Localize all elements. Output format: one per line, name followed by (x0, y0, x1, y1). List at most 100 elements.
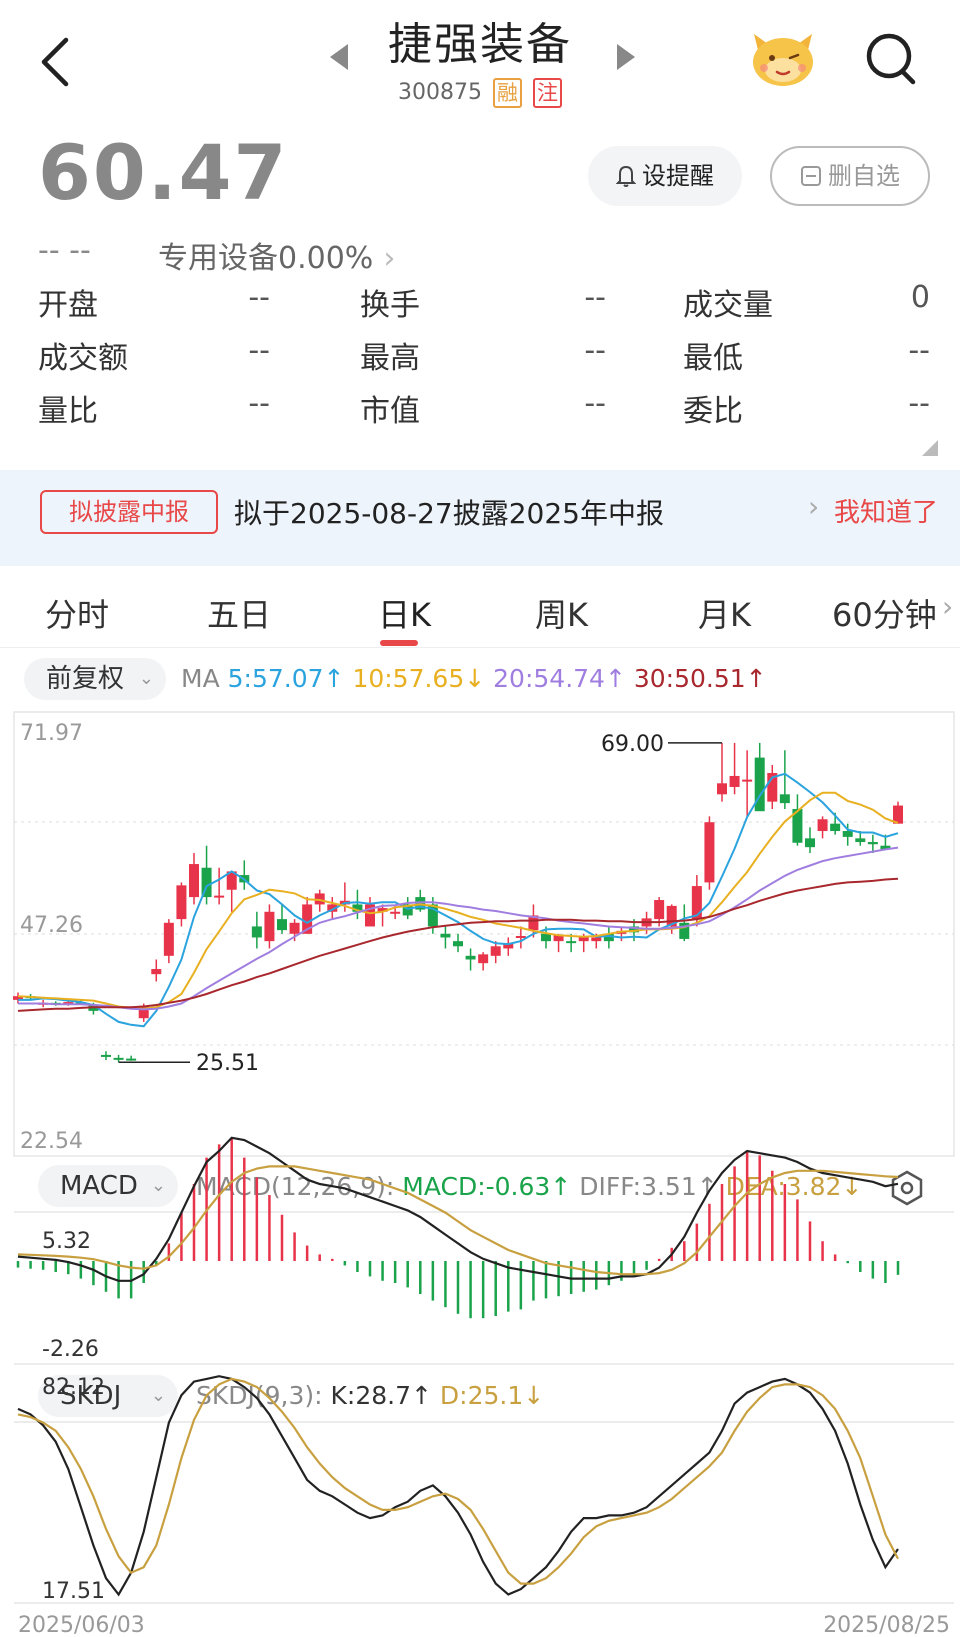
k-line (17, 1375, 899, 1597)
candle-body (264, 911, 275, 942)
macd-tick-low: -2.26 (42, 1337, 99, 1362)
kdj-tick-high: 82.12 (42, 1375, 105, 1400)
diff-line (17, 1136, 899, 1282)
sector-link[interactable]: 专用设备0.00% › (158, 233, 395, 277)
stat-value-market-cap: -- (584, 386, 606, 421)
set-alert-button[interactable]: 设提醒 (588, 146, 742, 206)
ma-lines-layer (17, 772, 899, 1028)
candle-body (113, 1057, 124, 1060)
stat-value-amount: -- (248, 333, 270, 368)
stock-code: 300875 (398, 80, 482, 105)
stat-label-low: 最低 (683, 341, 743, 376)
tab-monthly-k[interactable]: 月K (698, 590, 751, 636)
candle-body (817, 819, 828, 832)
macd-tick-high: 5.32 (42, 1229, 91, 1254)
candle-body (704, 822, 715, 883)
tab-weekly-k[interactable]: 周K (535, 590, 588, 636)
candle-body (390, 911, 401, 914)
candle-body (251, 926, 262, 938)
ma-line (18, 846, 899, 1011)
stock-code-row: 300875 融 注 (0, 78, 960, 108)
tab-five-day[interactable]: 五日 (207, 590, 271, 636)
candle-body (189, 864, 199, 898)
ma10-value: 10:57.65↓ (352, 664, 486, 693)
candle-body (779, 794, 790, 804)
candle-body (151, 969, 162, 975)
stat-label-high: 最高 (360, 341, 420, 376)
tab-daily-k[interactable]: 日K (378, 590, 431, 636)
candle-body (465, 955, 476, 960)
stock-name: 捷强装备 (388, 19, 572, 70)
kline-chart[interactable]: 71.97 47.26 22.54 69.0025.51 5.32 -2.26 … (0, 700, 960, 1637)
price-tick-mid: 47.26 (20, 913, 83, 938)
chevron-right-icon: › (942, 590, 954, 623)
stat-label-turnover: 换手 (360, 288, 420, 323)
minus-box-icon (801, 166, 821, 186)
candle-body (867, 842, 878, 845)
ma20-value: 20:54.74↑ (493, 664, 626, 693)
candle-body (126, 1058, 137, 1061)
tab-intraday[interactable]: 分时 (45, 590, 109, 636)
stat-label-market-cap: 市值 (360, 394, 420, 429)
candle-body (591, 937, 602, 942)
candle-body (289, 922, 300, 934)
stat-label-volume-ratio: 量比 (38, 394, 98, 429)
kdj-layer (17, 1375, 899, 1597)
date-start-label: 2025/06/03 (18, 1613, 145, 1637)
remove-watchlist-button[interactable]: 删自选 (770, 146, 930, 206)
candles-layer (13, 742, 903, 1063)
remove-watchlist-label: 删自选 (828, 162, 900, 190)
candle-body (805, 838, 815, 848)
stat-value-order-ratio: -- (908, 386, 930, 421)
candle-body (515, 935, 526, 938)
stat-value-low: -- (908, 333, 930, 368)
stat-value-open: -- (248, 280, 270, 315)
chart-period-tabs: 分时 五日 日K 周K 月K 60分钟 › (0, 566, 960, 648)
d-line (17, 1377, 899, 1585)
dismiss-notice-link[interactable]: 我知道了 (834, 492, 938, 529)
adjust-label: 前复权 (46, 664, 125, 694)
candle-body (541, 933, 551, 942)
date-end-label: 2025/08/25 (823, 1613, 950, 1637)
tab-60min[interactable]: 60分钟 (832, 590, 937, 636)
candle-body (101, 1054, 111, 1057)
candle-body (842, 831, 853, 837)
ma30-value: 30:50.51↑ (633, 664, 767, 693)
candle-body (478, 954, 489, 964)
kdj-tick-low: 17.51 (42, 1579, 105, 1604)
margin-tag: 融 (492, 78, 522, 108)
current-price: 60.47 (38, 128, 289, 217)
adjust-dropdown[interactable]: 前复权 ⌄ (24, 658, 166, 700)
candle-body (566, 941, 577, 944)
stat-value-turnover: -- (584, 280, 606, 315)
stat-label-order-ratio: 委比 (683, 394, 743, 429)
notice-badge: 拟披露中报 (40, 490, 218, 534)
expand-corner-icon[interactable] (922, 440, 938, 456)
notice-banner[interactable]: 拟披露中报 拟于2025-08-27披露2025年中报 › 我知道了 (0, 470, 960, 566)
candle-body (654, 900, 665, 920)
price-tick-low: 22.54 (20, 1129, 83, 1154)
stat-value-volume: 0 (910, 280, 930, 315)
candle-body (453, 941, 463, 947)
chevron-down-icon: ⌄ (138, 668, 154, 689)
search-icon[interactable] (865, 30, 917, 86)
registration-tag: 注 (532, 78, 562, 108)
header: 捷强装备 300875 融 注 (0, 0, 960, 125)
macd-layer (16, 1136, 900, 1319)
stat-label-volume: 成交量 (683, 288, 773, 323)
annotation-high-label: 69.00 (601, 732, 664, 757)
candle-body (490, 946, 501, 956)
candle-body (855, 838, 866, 843)
stat-value-volume-ratio: -- (248, 386, 270, 421)
ma5-value: 5:57.07↑ (227, 664, 345, 693)
active-tab-indicator (380, 640, 418, 646)
mascot-icon[interactable] (750, 28, 816, 88)
candle-body (742, 779, 753, 782)
ma-line (18, 772, 899, 1028)
bell-icon (615, 165, 637, 187)
next-stock-arrow-icon[interactable] (617, 44, 635, 70)
candle-body (214, 895, 225, 898)
candle-body (440, 933, 451, 938)
stat-label-amount: 成交额 (38, 341, 128, 376)
ma-prefix: MA (181, 664, 220, 693)
